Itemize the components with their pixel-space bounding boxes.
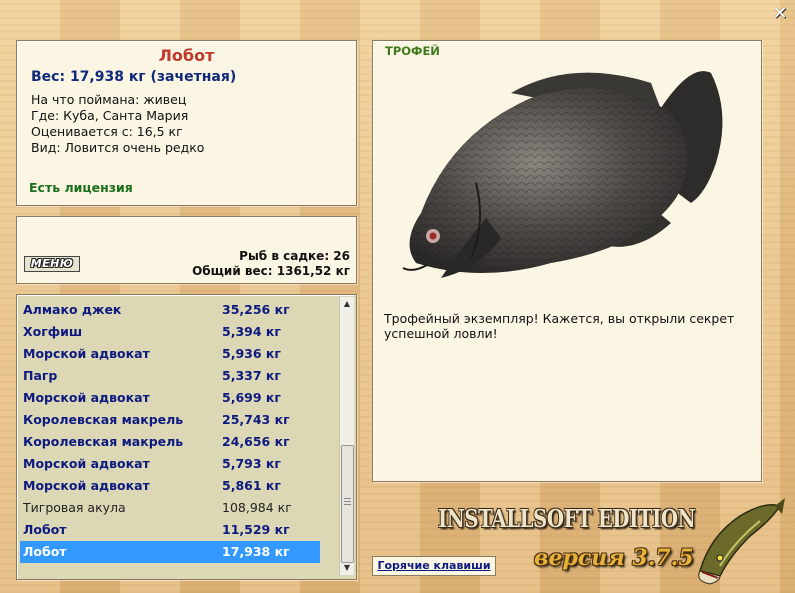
trophy-fish-image [402,71,723,278]
catch-item-weight: 5,394 кг [222,324,281,339]
caught-on-text: На что поймана: живец [31,92,187,107]
brand-title: INSTALLSOFT EDITION [438,504,696,533]
catch-item-name: Морской адвокат [23,478,150,493]
catch-list-item[interactable]: Лобот 11,529 кг [20,519,320,541]
catch-item-name: Лобот [23,544,67,559]
scrollbar-grip [344,498,351,499]
valued-from-text: Оценивается с: 16,5 кг [31,124,183,139]
catch-item-weight: 25,743 кг [222,412,290,427]
close-icon[interactable]: ✕ [771,5,789,23]
catch-list-item[interactable]: Королевская макрель 25,743 кг [20,409,320,431]
license-status: Есть лицензия [29,180,133,195]
trophy-panel: ТРОФЕЙ Трофейный экземпляр! Кажется, вы … [372,40,762,482]
keepnet-fish-count: Рыб в садке: 26 [239,249,350,263]
catch-item-name: Алмако джек [23,302,122,317]
catch-list-item[interactable]: Морской адвокат 5,861 кг [20,475,320,497]
catch-list-scrollbar[interactable]: ▲ ▼ [339,297,354,575]
catch-item-name: Королевская макрель [23,434,184,449]
pike-logo-icon [698,498,785,585]
catch-list[interactable]: Алмако джек 35,256 кг Хогфиш 5,394 кг Морско… [16,294,357,580]
location-text: Где: Куба, Санта Мария [31,108,189,123]
catch-list-item[interactable]: Лобот 17,938 кг [20,541,320,563]
catch-item-name: Королевская макрель [23,412,184,427]
catch-item-weight: 5,861 кг [222,478,281,493]
catch-item-weight: 5,793 кг [222,456,281,471]
keepnet-total-weight: Общий вес: 1361,52 кг [192,264,350,278]
hotkeys-button[interactable]: Горячие клавиши [372,556,496,576]
catch-item-name: Морской адвокат [23,346,150,361]
keepnet-panel: МЕНЮ Рыб в садке: 26 Общий вес: 1361,52 … [16,216,357,284]
catch-list-item[interactable]: Морской адвокат 5,793 кг [20,453,320,475]
scroll-down-icon[interactable]: ▼ [340,561,354,575]
scroll-up-icon[interactable]: ▲ [340,297,354,311]
catch-item-weight: 17,938 кг [222,544,290,559]
fish-name-title: Лобот [158,46,215,65]
catch-item-weight: 24,656 кг [222,434,290,449]
catch-list-item[interactable]: Королевская макрель 24,656 кг [20,431,320,453]
scrollbar-thumb[interactable] [341,445,354,563]
catch-item-name: Морской адвокат [23,456,150,471]
catch-item-name: Морской адвокат [23,390,150,405]
catch-list-item[interactable]: Пагр 5,337 кг [20,365,320,387]
catch-item-name: Лобот [23,522,67,537]
catch-item-weight: 35,256 кг [222,302,290,317]
catch-list-item[interactable]: Тигровая акула 108,984 кг [20,497,320,519]
catch-item-name: Тигровая акула [23,500,126,515]
version-label: версия 3.7.5 [534,545,694,571]
fish-info-panel: Лобот Вес: 17,938 кг (зачетная) На что п… [16,40,357,206]
catch-list-rows: Алмако джек 35,256 кг Хогфиш 5,394 кг Морско… [20,299,320,563]
catch-item-name: Пагр [23,368,58,383]
menu-button[interactable]: МЕНЮ [24,256,80,272]
catch-item-weight: 5,699 кг [222,390,281,405]
catch-item-weight: 5,337 кг [222,368,281,383]
catch-list-item[interactable]: Морской адвокат 5,936 кг [20,343,320,365]
catch-item-weight: 11,529 кг [222,522,290,537]
catch-item-weight: 108,984 кг [222,500,292,515]
catch-list-item[interactable]: Хогфиш 5,394 кг [20,321,320,343]
catch-list-item[interactable]: Морской адвокат 5,699 кг [20,387,320,409]
catch-list-item[interactable]: Алмако джек 35,256 кг [20,299,320,321]
species-note-text: Вид: Ловится очень редко [31,140,205,155]
fish-weight: Вес: 17,938 кг (зачетная) [31,69,237,85]
catch-item-weight: 5,936 кг [222,346,281,361]
catch-item-name: Хогфиш [23,324,83,339]
trophy-message: Трофейный экземпляр! Кажется, вы открыли… [384,311,735,341]
